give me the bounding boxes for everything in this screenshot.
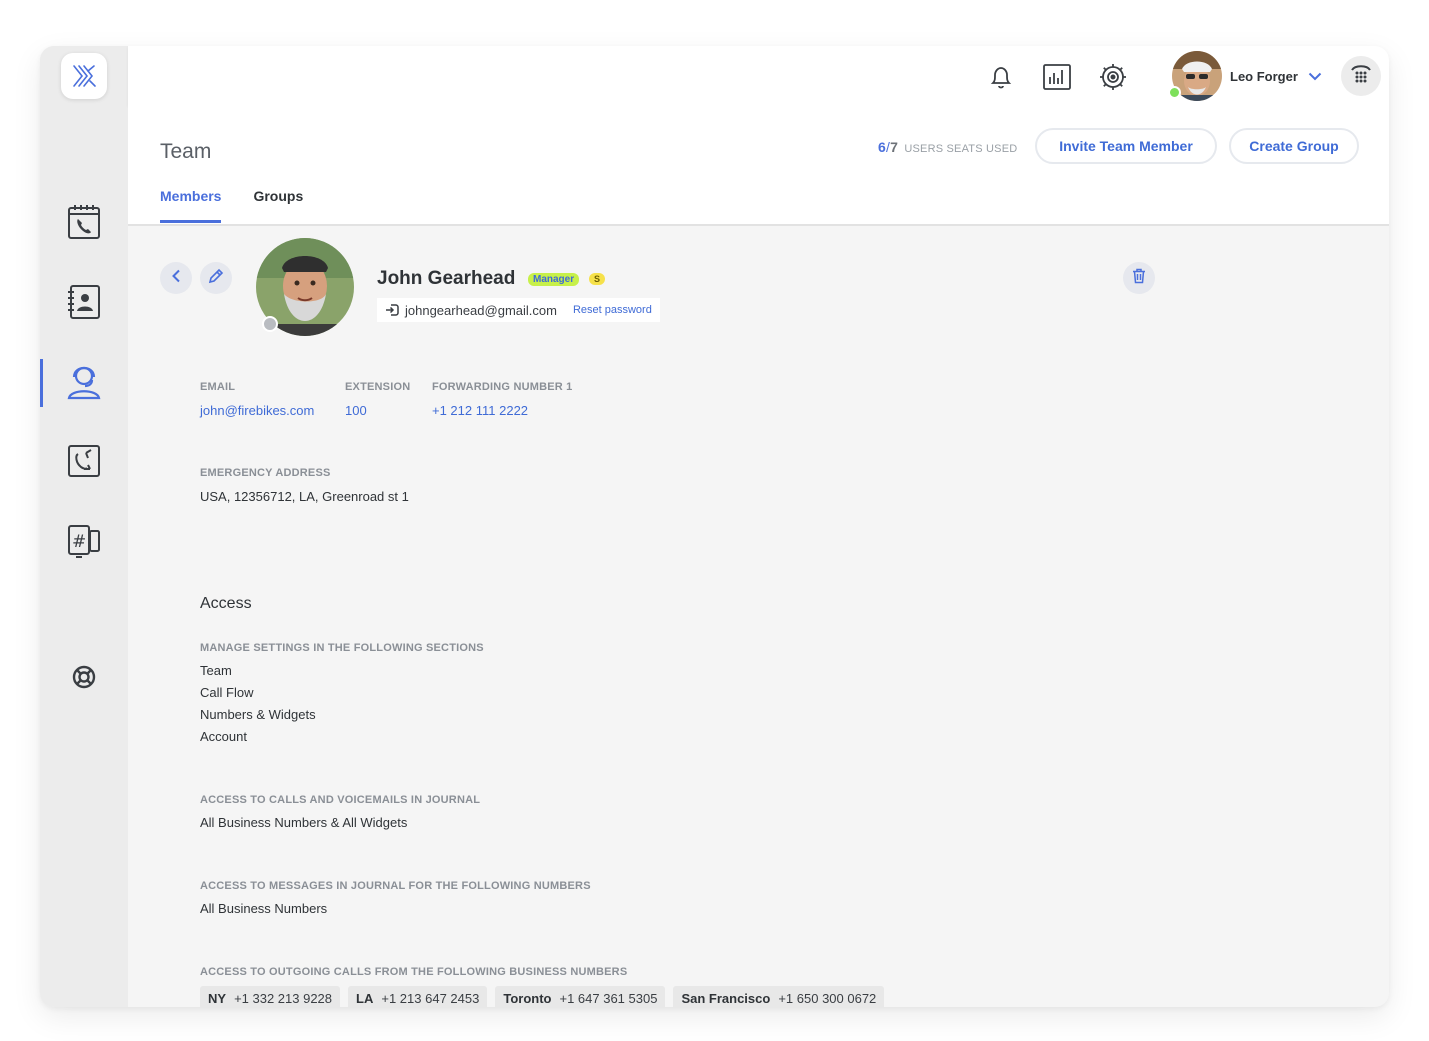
settings-gear-icon[interactable] xyxy=(1098,62,1128,92)
login-icon xyxy=(385,303,399,317)
sidebar: # xyxy=(40,46,128,1007)
contacts-book-icon xyxy=(65,283,103,326)
list-item: Account xyxy=(200,729,247,744)
plan-badge: S xyxy=(589,273,606,285)
page-title: Team xyxy=(160,140,212,163)
chevron-left-icon xyxy=(171,269,181,288)
business-number-chip: LA +1 213 647 2453 xyxy=(348,986,488,1007)
seats-used: 6 xyxy=(878,139,886,155)
lifebuoy-icon xyxy=(71,664,97,695)
extension-value[interactable]: 100 xyxy=(345,403,367,418)
sidebar-item-call-flow[interactable] xyxy=(40,439,128,487)
business-number-name: LA xyxy=(356,990,374,1006)
tab-groups[interactable]: Groups xyxy=(253,188,303,223)
business-number-name: Toronto xyxy=(503,990,552,1006)
business-number-chip: Toronto +1 647 361 5305 xyxy=(495,986,666,1007)
seats-total: 7 xyxy=(890,139,899,155)
bell-icon[interactable] xyxy=(986,62,1016,92)
member-detail: John Gearhead Manager S johngearhead@gma… xyxy=(128,228,1389,1007)
business-number-value: +1 332 213 9228 xyxy=(234,990,333,1006)
list-item: Team xyxy=(200,663,232,678)
business-number-chip: NY +1 332 213 9228 xyxy=(200,986,341,1007)
business-number-value: +1 647 361 5305 xyxy=(559,990,658,1006)
business-number-name: NY xyxy=(208,990,227,1006)
invite-team-member-button[interactable]: Invite Team Member xyxy=(1035,128,1217,164)
emergency-address-label: EMERGENCY ADDRESS xyxy=(200,467,331,479)
seats-usage: 6/7 USERS SEATS USED xyxy=(878,139,1018,155)
forwarding-value[interactable]: +1 212 111 2222 xyxy=(432,403,528,418)
member-name: John Gearhead xyxy=(377,268,516,289)
phone-calendar-icon xyxy=(66,203,102,246)
edit-button[interactable] xyxy=(200,262,232,294)
access-title: Access xyxy=(200,595,252,612)
role-badge: Manager xyxy=(528,273,580,286)
emergency-address-value: USA, 12356712, LA, Greenroad st 1 xyxy=(200,489,409,504)
call-flow-icon xyxy=(66,443,102,484)
pencil-icon xyxy=(208,268,224,289)
top-bar: Leo Forger xyxy=(128,46,1389,106)
sidebar-item-contacts[interactable] xyxy=(40,280,128,328)
extension-label: EXTENSION xyxy=(345,381,411,393)
delete-member-button[interactable] xyxy=(1123,262,1155,294)
dialpad-icon xyxy=(1350,63,1372,90)
member-status-dot xyxy=(262,316,278,332)
analytics-chart-icon[interactable] xyxy=(1042,62,1072,92)
list-item: Numbers & Widgets xyxy=(200,707,316,722)
tabs: Members Groups xyxy=(160,188,335,223)
business-number-chip: San Francisco +1 650 300 0672 xyxy=(673,986,885,1007)
tab-members[interactable]: Members xyxy=(160,188,222,223)
app-window: # Leo Forger Team 6/7 USERS SEATS USED I… xyxy=(40,46,1389,1007)
calls-access-label: ACCESS TO CALLS AND VOICEMAILS IN JOURNA… xyxy=(200,794,481,806)
manage-settings-label: MANAGE SETTINGS IN THE FOLLOWING SECTION… xyxy=(200,642,484,654)
email-value[interactable]: john@firebikes.com xyxy=(200,403,314,418)
sidebar-item-numbers[interactable]: # xyxy=(40,519,128,567)
email-label: EMAIL xyxy=(200,381,236,393)
trash-icon xyxy=(1132,268,1146,289)
agent-headset-icon xyxy=(65,362,103,405)
dialpad-button[interactable] xyxy=(1341,56,1381,96)
forwarding-label: FORWARDING NUMBER 1 xyxy=(432,381,573,393)
business-number-value: +1 213 647 2453 xyxy=(381,990,480,1006)
list-item: Call Flow xyxy=(200,685,254,700)
calls-access-value: All Business Numbers & All Widgets xyxy=(200,815,408,830)
online-status-dot xyxy=(1168,86,1181,99)
seats-label: USERS SEATS USED xyxy=(904,143,1018,155)
outgoing-access-label: ACCESS TO OUTGOING CALLS FROM THE FOLLOW… xyxy=(200,966,628,978)
svg-text:#: # xyxy=(72,532,86,552)
messages-access-label: ACCESS TO MESSAGES IN JOURNAL FOR THE FO… xyxy=(200,880,591,892)
messages-access-value: All Business Numbers xyxy=(200,901,328,916)
sidebar-item-team[interactable] xyxy=(40,359,128,407)
numbers-widgets-icon: # xyxy=(66,523,102,564)
user-menu[interactable]: Leo Forger xyxy=(1172,51,1322,101)
create-group-button[interactable]: Create Group xyxy=(1229,128,1359,164)
app-logo[interactable] xyxy=(61,53,107,99)
page-header: Team 6/7 USERS SEATS USED Invite Team Me… xyxy=(128,106,1389,226)
business-number-value: +1 650 300 0672 xyxy=(778,990,877,1006)
business-number-name: San Francisco xyxy=(681,990,771,1006)
outgoing-numbers: NY +1 332 213 9228 LA +1 213 647 2453 To… xyxy=(200,986,892,1007)
reset-password-link[interactable]: Reset password xyxy=(573,304,652,316)
chevron-down-icon[interactable] xyxy=(1308,72,1322,81)
user-name[interactable]: Leo Forger xyxy=(1230,69,1298,84)
sidebar-item-calls[interactable] xyxy=(40,200,128,248)
sidebar-item-help[interactable] xyxy=(40,655,128,703)
back-button[interactable] xyxy=(160,262,192,294)
login-email-chip: johngearhead@gmail.com Reset password xyxy=(377,298,660,322)
login-email: johngearhead@gmail.com xyxy=(405,302,557,318)
